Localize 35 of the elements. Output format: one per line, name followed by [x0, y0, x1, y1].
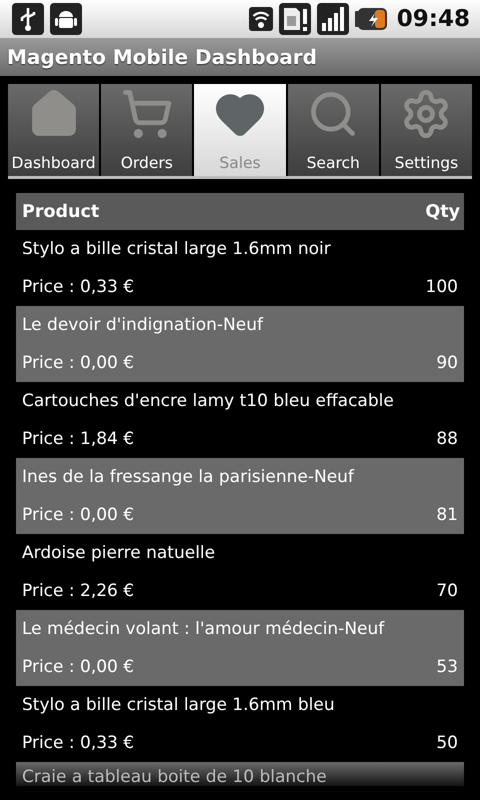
product-name: Stylo a bille cristal large 1.6mm noir — [22, 239, 331, 259]
product-price: Price : 0,00 € — [22, 353, 134, 373]
product-price: Price : 0,33 € — [22, 277, 134, 297]
product-name: Le devoir d'indignation-Neuf — [22, 315, 263, 335]
tab[interactable]: Settings — [380, 84, 472, 176]
column-header: Product — [22, 202, 100, 222]
product-name: Stylo a bille cristal large 1.6mm bleu — [22, 695, 335, 715]
product-price: Price : 0,33 € — [22, 733, 134, 753]
product-price: Price : 1,84 € — [22, 429, 134, 449]
quantity: 88 — [436, 429, 458, 449]
product-name: Le médecin volant : l'amour médecin-Neuf — [22, 619, 384, 639]
product-price: Price : 0,00 € — [22, 657, 134, 677]
signal-icon — [316, 3, 349, 35]
column-header: Qty — [425, 202, 460, 222]
product-name: Craie a tableau boite de 10 blanche — [22, 767, 327, 786]
quantity: 53 — [436, 657, 458, 677]
status-time: 09:48 — [396, 6, 470, 32]
quantity: 70 — [436, 581, 458, 601]
product-name: Cartouches d'encre lamy t10 bleu effacable — [22, 391, 394, 411]
quantity: 90 — [436, 353, 458, 373]
quantity: 50 — [436, 733, 458, 753]
sim-card-icon — [278, 3, 311, 35]
product-name: Ardoise pierre natuelle — [22, 543, 216, 563]
app-title: Magento Mobile Dashboard — [7, 45, 317, 69]
usb-icon — [12, 3, 44, 35]
quantity: 81 — [436, 505, 458, 525]
quantity: 100 — [426, 277, 458, 297]
android-icon — [50, 3, 82, 35]
product-price: Price : 2,26 € — [22, 581, 134, 601]
cart-icon — [120, 88, 173, 140]
product-price: Price : 0,00 € — [22, 505, 134, 525]
tab[interactable]: Orders — [101, 84, 192, 176]
product-name: Ines de la fressange la parisienne-Neuf — [22, 467, 354, 487]
tab[interactable]: Search — [288, 84, 379, 176]
tab[interactable]: Dashboard — [8, 84, 100, 176]
